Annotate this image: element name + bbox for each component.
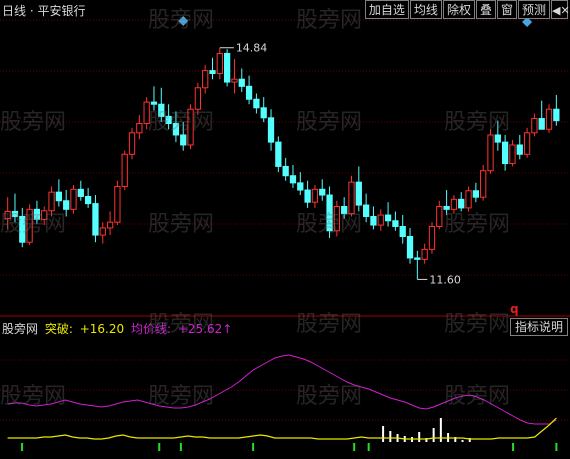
candle-body	[341, 205, 348, 215]
candle-body	[319, 188, 326, 196]
candle-body	[245, 85, 253, 100]
candle-body	[501, 141, 509, 165]
break-line	[7, 417, 557, 440]
candle-body	[231, 78, 238, 83]
candle-body	[26, 208, 33, 243]
candle-body	[63, 200, 70, 210]
candle-body	[377, 214, 384, 226]
low-price-label: 11.60	[429, 273, 461, 286]
candle-body	[538, 118, 545, 130]
candle-body	[136, 123, 143, 134]
candle-body	[436, 205, 443, 227]
candle-body	[41, 210, 48, 220]
candle-body	[289, 175, 297, 184]
candle-body	[362, 204, 370, 217]
candle-body	[399, 225, 406, 238]
candle-body	[406, 236, 414, 259]
candle-body	[384, 214, 392, 222]
candle-body	[333, 205, 341, 232]
candle-body	[260, 107, 267, 119]
candle-body	[223, 52, 231, 83]
indicator-name: 股旁网	[2, 322, 39, 336]
candle-body	[150, 101, 158, 105]
candle-body	[121, 153, 128, 187]
candle-body	[253, 98, 260, 109]
candle-body	[480, 170, 487, 198]
kline-chart: 14.84 11.60	[0, 16, 570, 317]
candle-body	[70, 188, 77, 210]
candle-body	[553, 108, 560, 122]
indicator-chart	[0, 354, 570, 451]
candle-body	[114, 185, 121, 223]
candle-body	[297, 182, 304, 191]
candle-body	[187, 108, 194, 146]
candle-body	[84, 195, 92, 205]
candle-body	[165, 115, 172, 125]
candle-body	[494, 134, 501, 143]
window-button[interactable]: 窗	[496, 0, 517, 19]
candle-body	[443, 205, 450, 210]
candle-body	[531, 118, 538, 134]
candle-body	[267, 117, 275, 143]
candle-body	[158, 103, 165, 117]
candle-body	[77, 188, 84, 197]
break-label: 突破:	[44, 322, 73, 336]
high-price-label: 14.84	[236, 42, 268, 55]
candle-body	[472, 190, 480, 198]
candle-body	[450, 198, 458, 210]
chart-toolbar: 加自选 均线 除权 叠 窗 预测 ◀✕	[364, 0, 570, 20]
event-diamond-icon	[178, 16, 189, 26]
indicator-help-button[interactable]: 指标说明	[509, 318, 568, 336]
candle-body	[55, 191, 63, 202]
candle-body	[275, 141, 282, 167]
candle-body	[355, 181, 362, 206]
candle-body	[19, 215, 26, 243]
candle-body	[128, 132, 136, 155]
indicator-header: 股旁网 突破: +16.20 均价线: +25.62↑	[2, 320, 235, 336]
candle-body	[209, 70, 216, 74]
ma-line-button[interactable]: 均线	[409, 0, 442, 19]
candle-body	[216, 52, 223, 74]
break-value: +16.20	[79, 322, 125, 336]
candle-body	[370, 215, 377, 226]
candle-body	[348, 181, 355, 215]
candle-body	[509, 144, 516, 165]
candle-body	[523, 132, 531, 155]
overlay-button[interactable]: 叠	[475, 0, 496, 19]
candle-body	[48, 191, 55, 212]
candle-body	[92, 203, 99, 236]
candle-body	[106, 221, 114, 229]
candle-body	[172, 123, 180, 136]
q-marker: q	[510, 302, 519, 316]
candle-body	[487, 134, 494, 172]
candle-body	[392, 220, 399, 227]
candle-body	[238, 78, 245, 87]
add-watchlist-button[interactable]: 加自选	[364, 0, 409, 19]
candle-body	[428, 225, 436, 250]
close-icon[interactable]: ◀✕	[551, 0, 570, 19]
candle-body	[282, 165, 289, 177]
candle-body	[99, 227, 106, 236]
forecast-button[interactable]: 预测	[517, 0, 550, 19]
candle-body	[545, 108, 553, 130]
candle-body	[421, 248, 428, 260]
candle-body	[304, 189, 311, 203]
candle-body	[458, 198, 465, 209]
candle-body	[33, 208, 41, 220]
avg-line-value: +25.62↑	[177, 322, 233, 336]
candle-body	[414, 257, 421, 260]
candle-body	[311, 188, 319, 203]
candle-body	[4, 210, 11, 220]
candle-body	[326, 194, 333, 232]
candle-body	[202, 70, 209, 89]
candle-body	[194, 87, 202, 110]
candle-body	[180, 134, 187, 146]
candle-body	[11, 210, 19, 217]
candle-body	[465, 190, 472, 209]
candle-body	[516, 144, 523, 155]
ex-rights-button[interactable]: 除权	[442, 0, 475, 19]
candle-body	[143, 101, 150, 125]
avg-line-label: 均价线:	[130, 322, 172, 336]
